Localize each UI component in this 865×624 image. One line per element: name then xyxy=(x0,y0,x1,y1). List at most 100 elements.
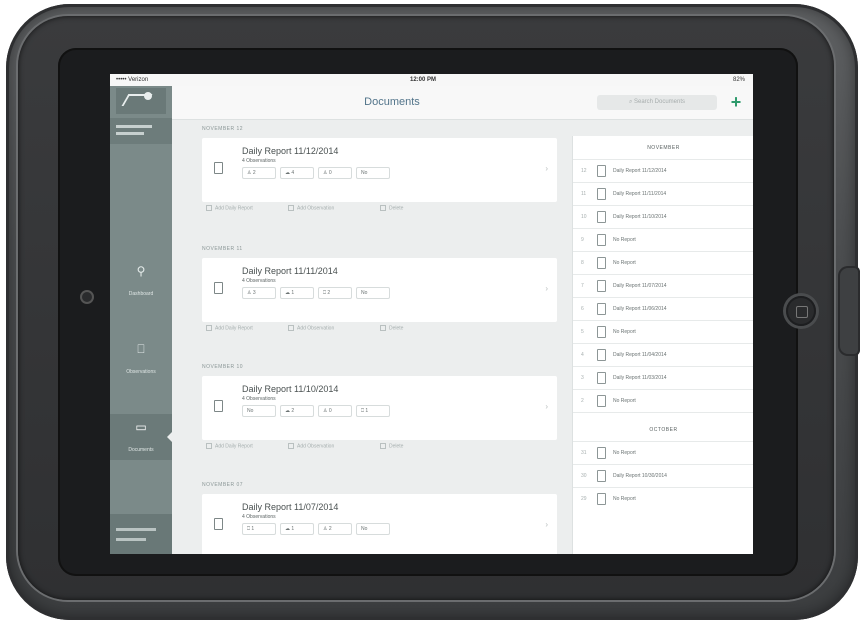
report-calendar-panel[interactable]: NOVEMBER 12 Daily Report 11/12/2014 11 Dai… xyxy=(572,136,753,554)
report-row[interactable]: 3 Daily Report 11/03/2014 xyxy=(573,367,753,390)
observation-count: 4 Observations xyxy=(242,158,276,164)
report-row[interactable]: 7 Daily Report 11/07/2014 xyxy=(573,275,753,298)
action-label: Add Observation xyxy=(297,443,335,450)
day-number: 12 xyxy=(581,168,587,174)
stat-chip[interactable]: ♙ 2 xyxy=(242,167,276,179)
stat-chip[interactable]: ♙ 3 xyxy=(242,287,276,299)
search-input[interactable]: ⌕ Search Documents xyxy=(597,95,717,110)
month-header-november: NOVEMBER xyxy=(573,136,753,160)
document-icon xyxy=(597,493,606,505)
document-icon xyxy=(597,395,606,407)
camera-lens xyxy=(82,292,92,302)
add-daily-report-action[interactable]: Add Daily Report xyxy=(206,325,253,331)
tablet-screen: ••••• Verizon 12:00 PM 82% ⚲ Dashboard ⎕… xyxy=(110,74,753,554)
document-card[interactable]: Daily Report 11/12/2014 4 Observations ♙… xyxy=(202,138,557,202)
document-card[interactable]: Daily Report 11/10/2014 4 Observations N… xyxy=(202,376,557,440)
report-row[interactable]: 12 Daily Report 11/12/2014 xyxy=(573,160,753,183)
chip-value: 3 xyxy=(252,290,256,296)
document-card[interactable]: Daily Report 11/11/2014 4 Observations ♙… xyxy=(202,258,557,322)
document-icon xyxy=(597,188,606,200)
delete-action[interactable]: Delete xyxy=(380,443,403,449)
add-observation-action[interactable]: Add Observation xyxy=(288,443,334,449)
stat-chip[interactable]: ⎕ 1 xyxy=(242,523,276,535)
document-icon xyxy=(597,447,606,459)
page-title: Documents xyxy=(364,96,420,108)
group-date-header: NOVEMBER 11 xyxy=(202,246,243,252)
home-button[interactable] xyxy=(786,296,816,326)
sidebar-item-observations[interactable]: ⎕ Observations xyxy=(110,342,172,378)
add-daily-report-action[interactable]: Add Daily Report xyxy=(206,205,253,211)
stat-chip[interactable]: ♙ 0 xyxy=(318,405,352,417)
stat-chip[interactable]: ☁ 1 xyxy=(280,287,314,299)
report-row[interactable]: 30 Daily Report 10/30/2014 xyxy=(573,465,753,488)
stat-chip[interactable]: ☁ 2 xyxy=(280,405,314,417)
month-header-october: OCTOBER xyxy=(573,418,753,442)
report-row[interactable]: 31 No Report xyxy=(573,442,753,465)
stat-chip[interactable]: No xyxy=(356,523,390,535)
report-row[interactable]: 11 Daily Report 11/11/2014 xyxy=(573,183,753,206)
day-number: 11 xyxy=(581,191,587,197)
chip-value: 0 xyxy=(328,170,332,176)
chip-value: 4 xyxy=(291,170,295,176)
add-observation-action[interactable]: Add Observation xyxy=(288,205,334,211)
add-daily-report-action[interactable]: Add Daily Report xyxy=(206,443,253,449)
action-label: Delete xyxy=(389,443,404,450)
observation-count: 4 Observations xyxy=(242,396,276,402)
report-label: No Report xyxy=(613,398,636,404)
chip-value: 2 xyxy=(291,408,295,414)
stat-chip[interactable]: No xyxy=(242,405,276,417)
delete-action[interactable]: Delete xyxy=(380,205,403,211)
stat-chip[interactable]: ⎕ 1 xyxy=(356,405,390,417)
chip-value: 1 xyxy=(365,408,369,414)
document-icon xyxy=(214,162,223,174)
report-row[interactable]: 8 No Report xyxy=(573,252,753,275)
report-label: Daily Report 11/11/2014 xyxy=(613,191,667,197)
chip-value: 0 xyxy=(328,408,332,414)
stat-chip[interactable]: ♙ 0 xyxy=(318,167,352,179)
clipboard-icon: ⎕ xyxy=(137,342,145,356)
delete-action[interactable]: Delete xyxy=(380,325,403,331)
stat-chip[interactable]: No xyxy=(356,287,390,299)
sidebar-user-panel[interactable] xyxy=(110,118,172,144)
document-icon xyxy=(597,326,606,338)
action-label: Add Daily Report xyxy=(215,205,253,212)
chevron-right-icon: › xyxy=(545,520,548,529)
document-title: Daily Report 11/12/2014 xyxy=(242,146,339,156)
chevron-right-icon: › xyxy=(545,284,548,293)
report-row[interactable]: 9 No Report xyxy=(573,229,753,252)
report-row[interactable]: 2 No Report xyxy=(573,390,753,413)
stat-chip[interactable]: ♙ 2 xyxy=(318,523,352,535)
chip-value: 2 xyxy=(328,526,332,532)
app-logo[interactable] xyxy=(116,88,166,114)
document-icon xyxy=(214,400,223,412)
report-row[interactable]: 10 Daily Report 11/10/2014 xyxy=(573,206,753,229)
action-label: Delete xyxy=(389,325,404,332)
stat-chip[interactable]: No xyxy=(356,167,390,179)
report-row[interactable]: 4 Daily Report 11/04/2014 xyxy=(573,344,753,367)
stat-chip[interactable]: ⎕ 2 xyxy=(318,287,352,299)
user-name-line xyxy=(116,125,152,128)
report-icon xyxy=(206,325,212,331)
report-row[interactable]: 5 No Report xyxy=(573,321,753,344)
sidebar-item-documents[interactable]: ▭ Documents xyxy=(110,414,172,460)
observation-count: 4 Observations xyxy=(242,514,276,520)
add-document-button[interactable]: + xyxy=(727,91,745,113)
document-title: Daily Report 11/10/2014 xyxy=(242,384,339,394)
sidebar-footer[interactable] xyxy=(110,514,172,554)
document-list[interactable]: NOVEMBER 12 Daily Report 11/12/2014 4 Ob… xyxy=(172,120,562,554)
case-side-latch xyxy=(838,266,860,356)
action-label: Add Observation xyxy=(297,325,335,332)
document-icon xyxy=(597,211,606,223)
add-observation-action[interactable]: Add Observation xyxy=(288,325,334,331)
report-icon xyxy=(206,205,212,211)
stat-chip[interactable]: ☁ 4 xyxy=(280,167,314,179)
stat-chip[interactable]: ☁ 1 xyxy=(280,523,314,535)
document-icon xyxy=(597,165,606,177)
sidebar-item-dashboard[interactable]: ⚲ Dashboard xyxy=(110,264,172,300)
report-row[interactable]: 29 No Report xyxy=(573,488,753,511)
report-row[interactable]: 6 Daily Report 11/06/2014 xyxy=(573,298,753,321)
document-title: Daily Report 11/11/2014 xyxy=(242,266,338,276)
document-icon xyxy=(597,280,606,292)
document-card[interactable]: Daily Report 11/07/2014 4 Observations ⎕… xyxy=(202,494,557,554)
document-icon xyxy=(597,234,606,246)
